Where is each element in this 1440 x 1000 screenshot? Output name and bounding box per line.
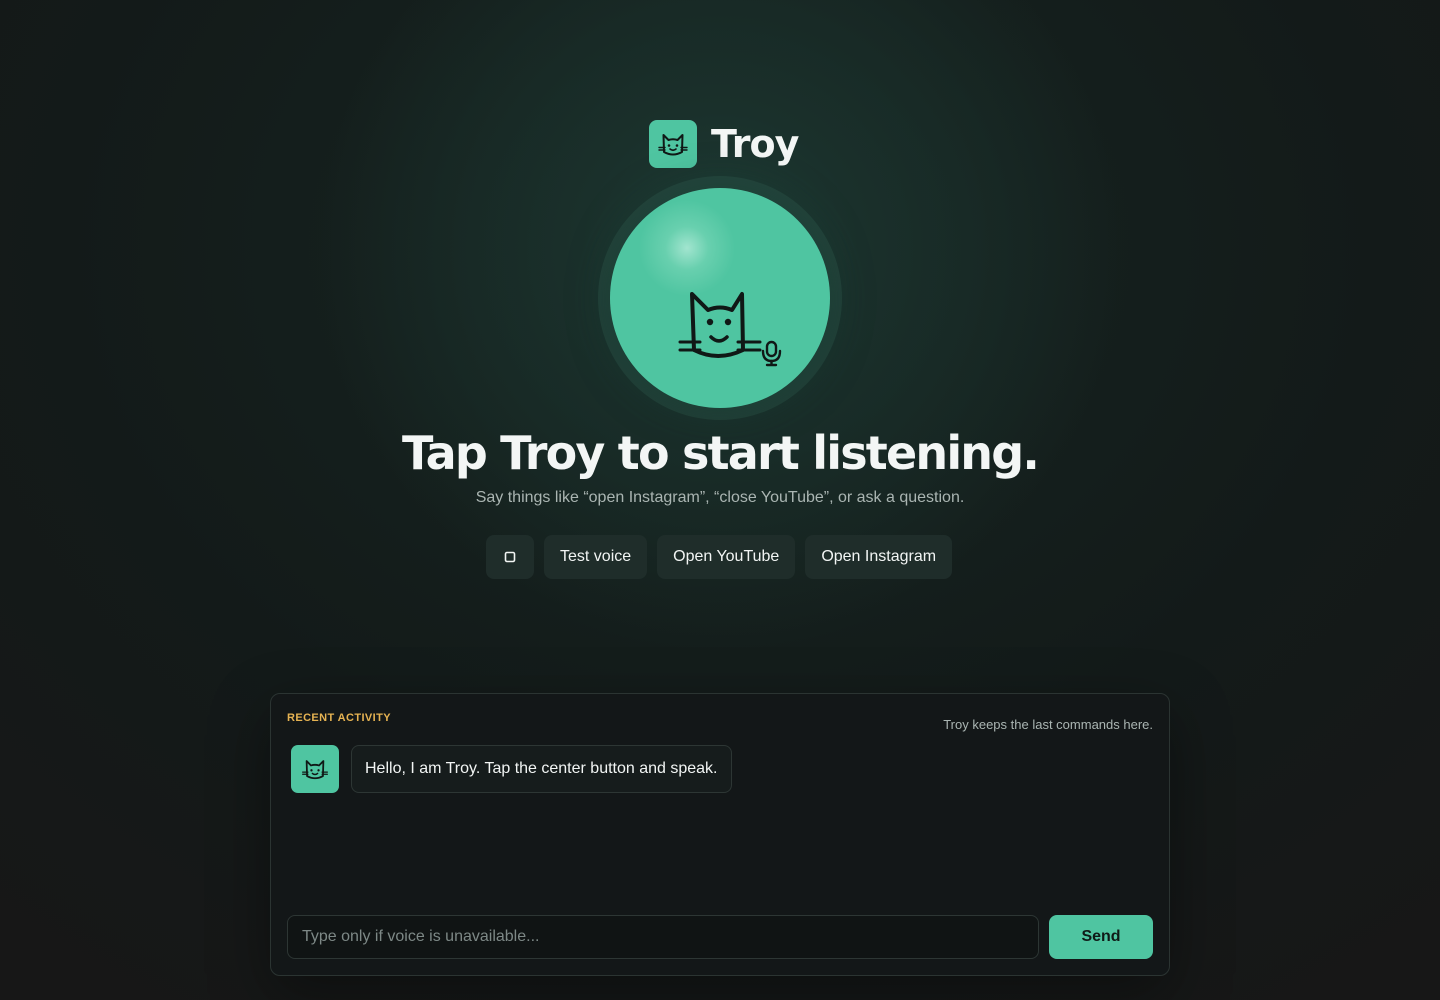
headline: Tap Troy to start listening. [401,426,1040,480]
stop-button[interactable] [486,535,534,579]
recent-activity-note: Troy keeps the last commands here. [943,717,1153,732]
quick-actions: Test voice Open YouTube Open Instagram [486,535,953,579]
microphone-icon [761,340,782,367]
recent-activity-label: RECENT ACTIVITY [287,712,391,724]
cat-face-icon [678,292,782,367]
message-input[interactable] [287,915,1039,959]
brand: Troy [649,120,799,168]
app-title: Troy [711,122,799,166]
send-button[interactable]: Send [1049,915,1153,959]
listen-button[interactable] [610,188,830,408]
stop-icon [504,551,516,563]
cat-icon [649,120,697,168]
subline: Say things like “open Instagram”, “close… [475,489,965,506]
cat-icon [291,745,339,793]
open-youtube-button[interactable]: Open YouTube [657,535,796,579]
test-voice-button[interactable]: Test voice [544,535,648,579]
message-bubble: Hello, I am Troy. Tap the center button … [351,745,732,793]
open-instagram-button[interactable]: Open Instagram [805,535,953,579]
recent-activity-panel: RECENT ACTIVITY Troy keeps the last comm… [270,693,1170,976]
composer: Send [287,915,1153,959]
activity-message: Hello, I am Troy. Tap the center button … [291,745,732,793]
